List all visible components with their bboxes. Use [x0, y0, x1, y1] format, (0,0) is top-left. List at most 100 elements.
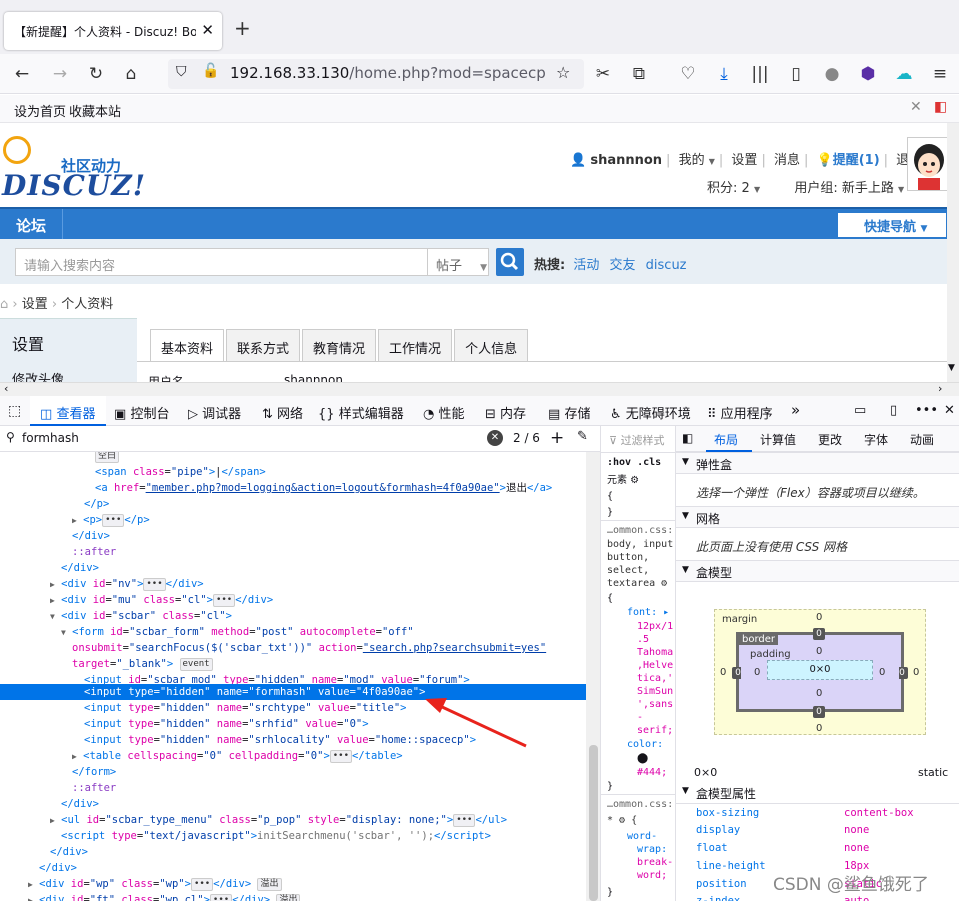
insecure-lock-icon[interactable]: 🔓 [202, 63, 219, 79]
tree-line[interactable]: </div> [0, 528, 586, 544]
usergroup-menu[interactable]: 用户组: 新手上路 [794, 181, 894, 196]
hot-item-activity[interactable]: 活动 [573, 258, 599, 273]
tab-performance[interactable]: ◔ 性能 [423, 403, 465, 422]
options-icon[interactable]: ••• [915, 403, 938, 418]
extension-badge-icon[interactable]: ⬢ [856, 62, 880, 86]
account-icon[interactable]: ● [820, 62, 844, 86]
tab-inspector[interactable]: ◫ 查看器 [40, 403, 95, 422]
tab-fonts[interactable]: 字体 [864, 431, 888, 448]
tree-line[interactable]: ▶ <div id="ft" class="wp cl"> ••• </div> 溢… [0, 892, 586, 901]
extensions-icon[interactable]: ⧉ [627, 62, 651, 86]
tree-line[interactable]: ▼ <form id="scbar_form" method="post" au… [0, 624, 586, 640]
bookmark-favorite-site[interactable]: 收藏本站 [69, 101, 121, 120]
collapse-icon[interactable]: ✕ [910, 99, 922, 115]
tree-line[interactable]: </div> [0, 844, 586, 860]
tab-animations[interactable]: 动画 [910, 431, 934, 448]
tab-storage[interactable]: ▤ 存储 [548, 403, 590, 422]
back-icon[interactable]: ← [10, 62, 34, 86]
breadcrumb-settings[interactable]: 设置 [22, 297, 48, 312]
pseudo-class-toggle[interactable]: :hov .cls [607, 456, 661, 469]
tree-line[interactable]: 空白 [0, 452, 586, 464]
quick-nav-button[interactable]: 快捷导航 ▼ [838, 213, 946, 237]
tree-line[interactable]: onsubmit="searchFocus($('scbar_txt'))" a… [0, 640, 586, 656]
rule-source-2[interactable]: …ommon.css: [607, 798, 673, 811]
color-swatch-icon[interactable]: ⬤ [637, 752, 648, 765]
dock-icon[interactable]: ▭ [854, 403, 866, 418]
forward-icon[interactable]: → [48, 62, 72, 86]
clear-search-icon[interactable]: ✕ [487, 430, 503, 446]
tree-line[interactable]: <script type="text/javascript">initSearc… [0, 828, 586, 844]
tab-memory[interactable]: ⊟ 内存 [485, 403, 526, 422]
padding-right-value[interactable]: 0 [879, 667, 885, 678]
box-model-content[interactable]: 0×0 [767, 660, 873, 680]
tree-line[interactable]: </div> [0, 860, 586, 876]
tree-line[interactable]: ▼ <div id="scbar" class="cl"> [0, 608, 586, 624]
tree-line[interactable]: <span class="pipe">|</span> [0, 464, 586, 480]
download-icon[interactable]: ⤓ [712, 62, 736, 86]
search-button[interactable] [496, 248, 524, 276]
tab-work[interactable]: 工作情况 [378, 329, 453, 361]
tree-line[interactable]: ▶ <div id="nv"> ••• </div> [0, 576, 586, 592]
points-menu[interactable]: 积分: 2 [707, 181, 750, 196]
rule-prop-font[interactable]: font: ▸ [627, 606, 669, 619]
boxprops-section-header[interactable]: ▼ 盒模型属性 [676, 782, 959, 804]
more-tools-icon[interactable]: » [791, 401, 800, 419]
margin-top-value[interactable]: 0 [816, 612, 822, 623]
responsive-icon[interactable]: ▯ [890, 403, 897, 418]
search-input[interactable]: 请输入搜索内容 [15, 248, 428, 276]
tree-line[interactable]: target="_blank"> event [0, 656, 586, 672]
library-icon[interactable]: ||| [748, 62, 772, 86]
close-devtools-icon[interactable]: ✕ [944, 403, 955, 418]
hot-item-friends[interactable]: 交友 [610, 258, 636, 273]
nav-forum[interactable]: 论坛 [16, 215, 46, 236]
tree-line[interactable]: ::after [0, 544, 586, 560]
markup-scrollbar-thumb[interactable] [589, 745, 598, 901]
scroll-right-icon[interactable]: › [938, 382, 942, 395]
tree-line[interactable]: </p> [0, 496, 586, 512]
tab-network[interactable]: ⇅ 网络 [262, 403, 303, 422]
hot-item-discuz[interactable]: discuz [646, 258, 687, 273]
boxmodel-section-header[interactable]: ▼ 盒模型 [676, 560, 959, 582]
rule-prop-color[interactable]: color: [627, 738, 663, 751]
markup-search-input[interactable]: formhash [22, 431, 79, 445]
tab-debugger[interactable]: ▷ 调试器 [188, 403, 241, 422]
margin-left-value[interactable]: 0 [720, 667, 726, 678]
tree-line-selected[interactable]: <input type="hidden" name="formhash" val… [0, 684, 586, 700]
menu-icon[interactable]: ≡ [928, 62, 952, 86]
settings-link[interactable]: 设置 [731, 153, 757, 168]
new-tab-icon[interactable]: + [234, 16, 251, 40]
tree-line[interactable]: <input type="hidden" name="srhlocality" … [0, 732, 586, 748]
margin-bottom-value[interactable]: 0 [816, 723, 822, 734]
reminder-link[interactable]: 提醒(1) [833, 153, 880, 168]
sidebar-icon[interactable]: ▯ [784, 62, 808, 86]
rule-source[interactable]: …ommon.css: [607, 524, 673, 537]
layout-panel-toggle-icon[interactable]: ◧ [682, 431, 693, 445]
avatar[interactable] [907, 137, 947, 191]
tree-line[interactable]: ▶ <div id="wp" class="wp"> ••• </div> 溢出 [0, 876, 586, 892]
tab-changes[interactable]: 更改 [818, 431, 842, 448]
shield-icon[interactable]: ⛉ [176, 64, 187, 80]
tab-console[interactable]: ▣ 控制台 [114, 403, 169, 422]
home-icon[interactable]: ⌂ [119, 62, 143, 86]
tree-line[interactable]: <a href="member.php?mod=logging&action=l… [0, 480, 586, 496]
color-icon[interactable]: ◧ [934, 99, 947, 115]
my-menu[interactable]: 我的 [679, 153, 705, 168]
page-vertical-scrollbar[interactable]: ▼ [947, 123, 959, 382]
screenshot-icon[interactable]: ✂ [591, 62, 615, 86]
bookmark-set-homepage[interactable]: 设为首页 [14, 101, 66, 120]
cloud-icon[interactable]: ☁ [892, 62, 916, 86]
page-horizontal-scrollbar[interactable]: ‹ › [0, 382, 959, 396]
padding-bottom-value[interactable]: 0 [816, 688, 822, 699]
tree-line[interactable]: </div> [0, 560, 586, 576]
tree-line[interactable]: ▶ <div id="mu" class="cl"> ••• </div> [0, 592, 586, 608]
bookmark-star-icon[interactable]: ☆ [556, 63, 570, 82]
border-top-value[interactable]: 0 [813, 628, 825, 640]
eyedropper-icon[interactable]: ✎ [577, 429, 588, 444]
grid-section-header[interactable]: ▼ 网格 [676, 506, 959, 528]
scroll-left-icon[interactable]: ‹ [4, 382, 8, 395]
browser-tab[interactable]: 【新提醒】个人资料 - Discuz! Board ✕ [4, 12, 222, 50]
tab-computed[interactable]: 计算值 [760, 431, 796, 448]
tab-style-editor[interactable]: {} 样式编辑器 [318, 403, 404, 422]
reload-icon[interactable]: ↻ [84, 62, 108, 86]
add-node-icon[interactable]: + [550, 428, 564, 448]
